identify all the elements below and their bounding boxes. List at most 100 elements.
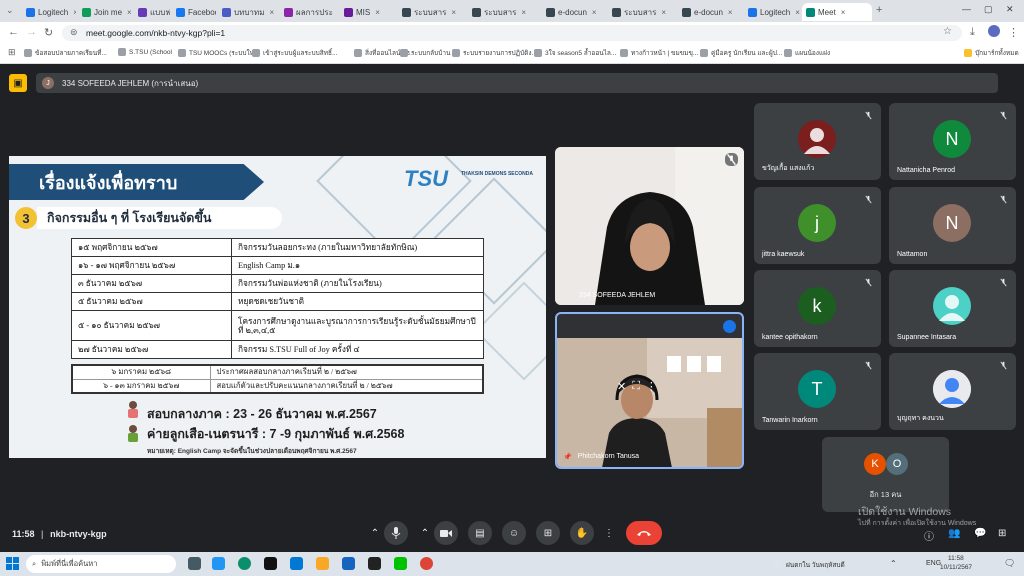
- language-indicator[interactable]: ENG: [926, 560, 941, 567]
- bookmark-item[interactable]: เข้าสู่ระบบผู้แลระบบสิทธิ์...: [252, 48, 337, 58]
- tab-close-icon[interactable]: ×: [521, 8, 526, 17]
- download-icon[interactable]: ⤓: [970, 26, 975, 39]
- tab-search-icon[interactable]: ⌄: [6, 5, 14, 16]
- participant-tile[interactable]: บุญฤทา คงนวน: [889, 353, 1016, 430]
- others-tile[interactable]: K O อีก 13 คน: [822, 437, 949, 512]
- apps-icon[interactable]: ⊞: [8, 47, 16, 58]
- participant-tile[interactable]: Supannee Intasara: [889, 270, 1016, 347]
- file-explorer-icon[interactable]: [316, 557, 329, 570]
- chrome-icon[interactable]: [420, 557, 433, 570]
- tab-close-icon[interactable]: ×: [269, 8, 274, 17]
- browser-tab[interactable]: Logitech ×: [744, 3, 800, 21]
- bookmark-item[interactable]: S.TSU (School: [118, 48, 172, 56]
- mail-icon[interactable]: [342, 557, 355, 570]
- tab-label: ระบบสาร: [484, 7, 517, 17]
- forward-icon[interactable]: →: [26, 26, 37, 38]
- bookmark-item[interactable]: 3ใจ season5 ล้ำออนไล...: [534, 48, 616, 58]
- tab-close-icon[interactable]: ×: [795, 8, 800, 17]
- all-bookmarks[interactable]: บุ๊กมาร์กทั้งหมด: [964, 48, 1019, 58]
- present-button[interactable]: ⊞: [536, 521, 560, 545]
- browser-tab[interactable]: ระบบสาร ×: [468, 3, 540, 21]
- task-view-icon[interactable]: [188, 557, 201, 570]
- widgets-icon[interactable]: [212, 557, 225, 570]
- clock-date[interactable]: 10/11/2567: [940, 564, 972, 571]
- maximize-icon[interactable]: ▢: [984, 4, 993, 15]
- taskbar-search[interactable]: ⌕ พิมพ์ที่นี่เพื่อค้นหา: [26, 555, 176, 573]
- participant-tile[interactable]: T Tanwarin Inarkorn: [754, 353, 881, 430]
- browser-tab[interactable]: ระบบสาร ×: [398, 3, 466, 21]
- fullscreen-icon[interactable]: ⛶: [632, 380, 640, 400]
- tiktok-icon[interactable]: [264, 557, 277, 570]
- end-call-button[interactable]: [626, 521, 662, 545]
- participant-tile[interactable]: N Nattanicha Penrod: [889, 103, 1016, 180]
- tab-close-icon[interactable]: ×: [375, 8, 380, 17]
- microphone-button[interactable]: [384, 521, 408, 545]
- info-icon[interactable]: ⓘ: [924, 528, 934, 543]
- camera-button[interactable]: [434, 521, 458, 545]
- participant-avatar: k: [798, 287, 836, 325]
- browser-tab[interactable]: MIS ×: [340, 3, 396, 21]
- weather-text[interactable]: ฝนตกใน วันพฤหัสบดี: [786, 560, 845, 570]
- reload-icon[interactable]: ↻: [44, 26, 53, 39]
- participant-tile[interactable]: j jittra kaewsuk: [754, 187, 881, 264]
- browser-tab[interactable]: Faceboo×: [172, 3, 216, 21]
- browser-tab[interactable]: Logitech ×: [22, 3, 76, 21]
- menu-icon[interactable]: ⋮: [1008, 26, 1019, 39]
- bookmark-item[interactable]: คู่มือครู นักเรียน และผู้ป...: [700, 48, 782, 58]
- bookmark-item[interactable]: TSU MOOCs (ระบบใหม่): [178, 48, 260, 58]
- participant-tile[interactable]: k kantee opithakorn: [754, 270, 881, 347]
- browser-tab[interactable]: e-docun ×: [542, 3, 606, 21]
- edge-icon[interactable]: [238, 557, 251, 570]
- participant-video: [557, 338, 742, 467]
- video-tile-presenter[interactable]: 334 SOFEEDA JEHLEM: [555, 147, 744, 305]
- bookmark-item[interactable]: ข้อสอบปลายภาคเรียนที่...: [24, 48, 107, 58]
- tab-close-icon[interactable]: ×: [592, 8, 597, 17]
- browser-tab[interactable]: บทบาทม ×: [218, 3, 278, 21]
- close-window-icon[interactable]: ✕: [1006, 4, 1014, 15]
- emoji-button[interactable]: ☺: [502, 521, 526, 545]
- chat-icon[interactable]: 💬: [974, 528, 986, 539]
- activities-icon[interactable]: ⊞: [998, 528, 1006, 539]
- video-options-chevron-icon[interactable]: ⌃: [418, 521, 432, 545]
- store-icon[interactable]: [290, 557, 303, 570]
- tab-close-icon[interactable]: ×: [661, 8, 666, 17]
- bookmark-item[interactable]: ระบบรายงานการปฏิบัติง...: [452, 48, 537, 58]
- tab-close-icon[interactable]: ×: [127, 8, 132, 17]
- browser-tab[interactable]: แบบฟอร์×: [134, 3, 170, 21]
- profile-avatar[interactable]: [988, 25, 1000, 37]
- more-options-button[interactable]: ⋮: [600, 521, 618, 545]
- raise-hand-button[interactable]: ✋: [570, 521, 594, 545]
- bookmark-item[interactable]: แผนน้องแฝง: [784, 48, 830, 58]
- line-icon[interactable]: [394, 557, 407, 570]
- back-icon[interactable]: ←: [8, 26, 19, 38]
- browser-tab[interactable]: Meet ×: [802, 3, 872, 21]
- browser-tab[interactable]: ระบบสาร ×: [608, 3, 676, 21]
- star-icon[interactable]: ☆: [943, 26, 952, 37]
- audio-options-chevron-icon[interactable]: ⌃: [368, 521, 382, 545]
- tab-close-icon[interactable]: ×: [73, 8, 76, 17]
- more-options-icon[interactable]: ⋮: [646, 380, 657, 400]
- notification-icon[interactable]: 🗨: [1004, 558, 1015, 569]
- video-tile-pinned[interactable]: ✕ ⛶ ⋮ 📌 Phitchakorn Tanusa: [555, 312, 744, 469]
- tab-close-icon[interactable]: ×: [728, 8, 733, 17]
- participant-tile[interactable]: N Nattamon: [889, 187, 1016, 264]
- address-bar[interactable]: ⊜ meet.google.com/nkb-ntvy-kgp?pli=1 ☆: [62, 25, 962, 41]
- people-icon[interactable]: 👥: [948, 528, 960, 539]
- browser-tab[interactable]: e-docun ×: [678, 3, 742, 21]
- clock-time[interactable]: 11:58: [948, 555, 964, 562]
- tab-close-icon[interactable]: ×: [841, 8, 846, 17]
- minimize-icon[interactable]: —: [962, 4, 971, 14]
- pin-icon[interactable]: ✕: [617, 380, 626, 400]
- new-tab-icon[interactable]: +: [876, 4, 882, 16]
- app-icon[interactable]: [368, 557, 381, 570]
- tab-close-icon[interactable]: ×: [451, 8, 456, 17]
- browser-tab[interactable]: ผลการประ×: [280, 3, 338, 21]
- browser-tab[interactable]: Join me ×: [78, 3, 132, 21]
- participant-tile[interactable]: ขวัญเกื้อ แสงแก้ว: [754, 103, 881, 180]
- windows-start-icon[interactable]: [6, 557, 19, 570]
- captions-button[interactable]: ▤: [468, 521, 492, 545]
- site-info-icon[interactable]: ⊜: [70, 27, 78, 38]
- bookmark-item[interactable]: ทางก้าวหน้า | ขมขมขุ...: [620, 48, 698, 58]
- tray-chevron-icon[interactable]: ⌃: [890, 559, 897, 568]
- bookmark-item[interactable]: ระบบกลับบ้าน: [400, 48, 451, 58]
